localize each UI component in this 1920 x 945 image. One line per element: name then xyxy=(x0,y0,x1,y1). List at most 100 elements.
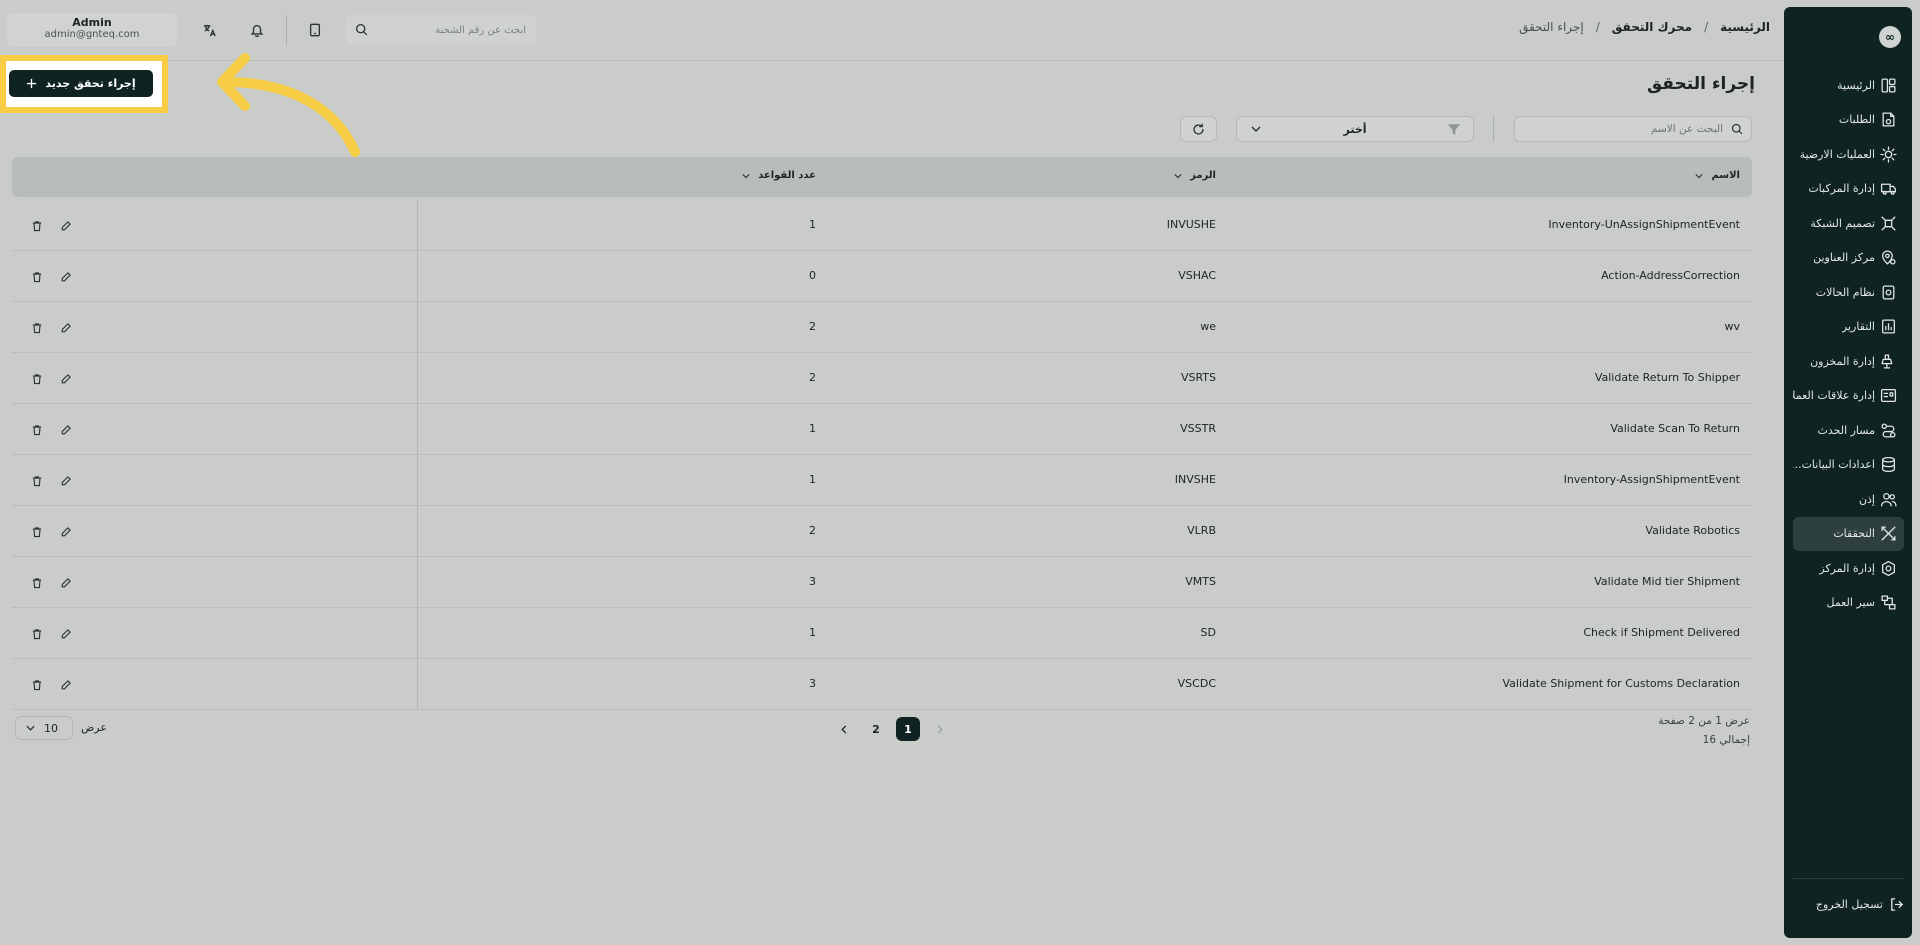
sidebar-item-dashboard[interactable]: الرئيسية xyxy=(1793,68,1904,103)
sidebar-item-crm[interactable]: إدارة علاقات العملاء xyxy=(1793,379,1904,414)
edit-icon[interactable] xyxy=(57,574,75,592)
shipment-search[interactable] xyxy=(346,15,536,45)
delete-icon[interactable] xyxy=(28,217,46,235)
sidebar-item-workflow[interactable]: سير العمل xyxy=(1793,586,1904,621)
bell-icon xyxy=(250,24,264,37)
column-header-code[interactable]: الرمز xyxy=(1174,170,1216,181)
next-page-button[interactable] xyxy=(832,717,856,741)
edit-icon[interactable] xyxy=(57,370,75,388)
app-logo[interactable]: ∞ xyxy=(1879,26,1901,48)
filter-select[interactable]: أختر xyxy=(1236,116,1474,142)
edit-icon[interactable] xyxy=(57,523,75,541)
delete-icon[interactable] xyxy=(28,574,46,592)
language-button[interactable] xyxy=(194,15,224,45)
sidebar-item-label: الرئيسية xyxy=(1837,78,1875,92)
user-name: Admin xyxy=(72,16,112,29)
column-header-name[interactable]: الاسم xyxy=(1695,170,1740,181)
delete-icon[interactable] xyxy=(28,421,46,439)
edit-icon[interactable] xyxy=(57,268,75,286)
page-button-1[interactable]: 1 xyxy=(896,717,920,741)
column-divider xyxy=(417,455,418,506)
crm-icon xyxy=(1880,389,1897,403)
reports-icon xyxy=(1882,319,1895,334)
sidebar-item-inventory[interactable]: إدارة المخزون xyxy=(1793,344,1904,379)
tablet-button[interactable] xyxy=(300,15,330,45)
cell-rules-count: 2 xyxy=(809,371,816,384)
users-icon xyxy=(1880,492,1897,507)
orders-icon xyxy=(1882,112,1895,127)
delete-icon[interactable] xyxy=(28,472,46,490)
translate-icon xyxy=(203,24,216,36)
cell-rules-count: 1 xyxy=(809,473,816,486)
pointer-arrow-icon xyxy=(217,53,360,157)
logout-button[interactable]: تسجيل الخروج xyxy=(1816,897,1904,912)
sidebar-item-route[interactable]: مسار الحدث xyxy=(1793,413,1904,448)
sidebar-item-database[interactable]: اعدادات البيانات... xyxy=(1793,448,1904,483)
sidebar-item-validation[interactable]: التحققات xyxy=(1793,516,1904,551)
cell-code: VMTS xyxy=(1185,575,1216,588)
sort-chevron-icon xyxy=(742,173,750,178)
table-body: Inventory-UnAssignShipmentEvent INVUSHE 1 A… xyxy=(12,200,1752,710)
cell-name: Validate Scan To Return xyxy=(1610,422,1740,435)
breadcrumb-validation-engine[interactable]: محرك التحقق xyxy=(1612,20,1692,34)
sidebar-item-location[interactable]: مركز العناوين xyxy=(1793,241,1904,276)
plus-icon xyxy=(27,78,37,89)
per-page-label: عرض xyxy=(81,721,107,734)
delete-icon[interactable] xyxy=(28,370,46,388)
edit-icon[interactable] xyxy=(57,217,75,235)
name-search-input[interactable] xyxy=(1515,117,1751,141)
sidebar-item-label: إدارة المخزون xyxy=(1810,354,1875,368)
shipment-search-input[interactable] xyxy=(346,15,536,45)
header-divider xyxy=(286,15,287,45)
table-row: Inventory-AssignShipmentEvent INVSHE 1 xyxy=(12,455,1752,506)
cell-rules-count: 1 xyxy=(809,218,816,231)
cell-code: VSCDC xyxy=(1177,677,1216,690)
sidebar-item-label: التقارير xyxy=(1841,320,1875,334)
delete-icon[interactable] xyxy=(28,625,46,643)
delete-icon[interactable] xyxy=(28,676,46,694)
name-search[interactable] xyxy=(1514,116,1752,142)
edit-icon[interactable] xyxy=(57,676,75,694)
cell-name: Validate Mid tier Shipment xyxy=(1594,575,1740,588)
location-icon xyxy=(1882,250,1896,265)
sidebar-item-label: إدارة علاقات العملاء xyxy=(1793,389,1875,403)
sidebar-item-orders[interactable]: الطلبات xyxy=(1793,103,1904,138)
refresh-button[interactable] xyxy=(1180,116,1217,142)
sidebar-item-ground-ops[interactable]: العمليات الارضية xyxy=(1793,137,1904,172)
delete-icon[interactable] xyxy=(28,268,46,286)
prev-page-button[interactable] xyxy=(928,717,952,741)
sidebar-item-hub[interactable]: إدارة المركز xyxy=(1793,551,1904,586)
sidebar-item-users[interactable]: إذن xyxy=(1793,482,1904,517)
edit-icon[interactable] xyxy=(57,319,75,337)
sidebar-item-truck[interactable]: إدارة المركبات xyxy=(1793,172,1904,207)
cell-code: INVSHE xyxy=(1174,473,1216,486)
chevron-left-icon xyxy=(841,724,847,734)
page-button-2[interactable]: 2 xyxy=(864,717,888,741)
ground-ops-icon xyxy=(1880,146,1897,163)
delete-icon[interactable] xyxy=(28,523,46,541)
sidebar-item-label: إدارة المركبات xyxy=(1808,182,1875,196)
pagination-total: إجمالي 16 xyxy=(1702,734,1750,746)
column-header-rules[interactable]: عدد القواعد xyxy=(742,170,816,181)
sidebar-item-label: تصميم الشبكة xyxy=(1810,216,1875,230)
delete-icon[interactable] xyxy=(28,319,46,337)
table-row: Validate Robotics VLRB 2 xyxy=(12,506,1752,557)
sidebar-item-network[interactable]: تصميم الشبكة xyxy=(1793,206,1904,241)
user-profile[interactable]: Admin admin@gnteq.com xyxy=(7,13,177,47)
dashboard-icon xyxy=(1881,78,1896,93)
user-email: admin@gnteq.com xyxy=(44,29,140,40)
new-validation-button[interactable]: إجراء تحقق جديد xyxy=(9,70,153,97)
sort-chevron-icon xyxy=(1695,173,1704,178)
per-page-select[interactable]: 10 xyxy=(15,716,73,740)
edit-icon[interactable] xyxy=(57,421,75,439)
table-row: Validate Shipment for Customs Declaratio… xyxy=(12,659,1752,710)
breadcrumb-home[interactable]: الرئيسية xyxy=(1720,20,1770,34)
edit-icon[interactable] xyxy=(57,625,75,643)
notifications-button[interactable] xyxy=(242,15,272,45)
database-icon xyxy=(1882,457,1895,473)
column-divider xyxy=(417,353,418,404)
sidebar-item-status[interactable]: نظام الحالات xyxy=(1793,275,1904,310)
sidebar-item-reports[interactable]: التقارير xyxy=(1793,310,1904,345)
edit-icon[interactable] xyxy=(57,472,75,490)
cell-name: Check if Shipment Delivered xyxy=(1583,626,1740,639)
